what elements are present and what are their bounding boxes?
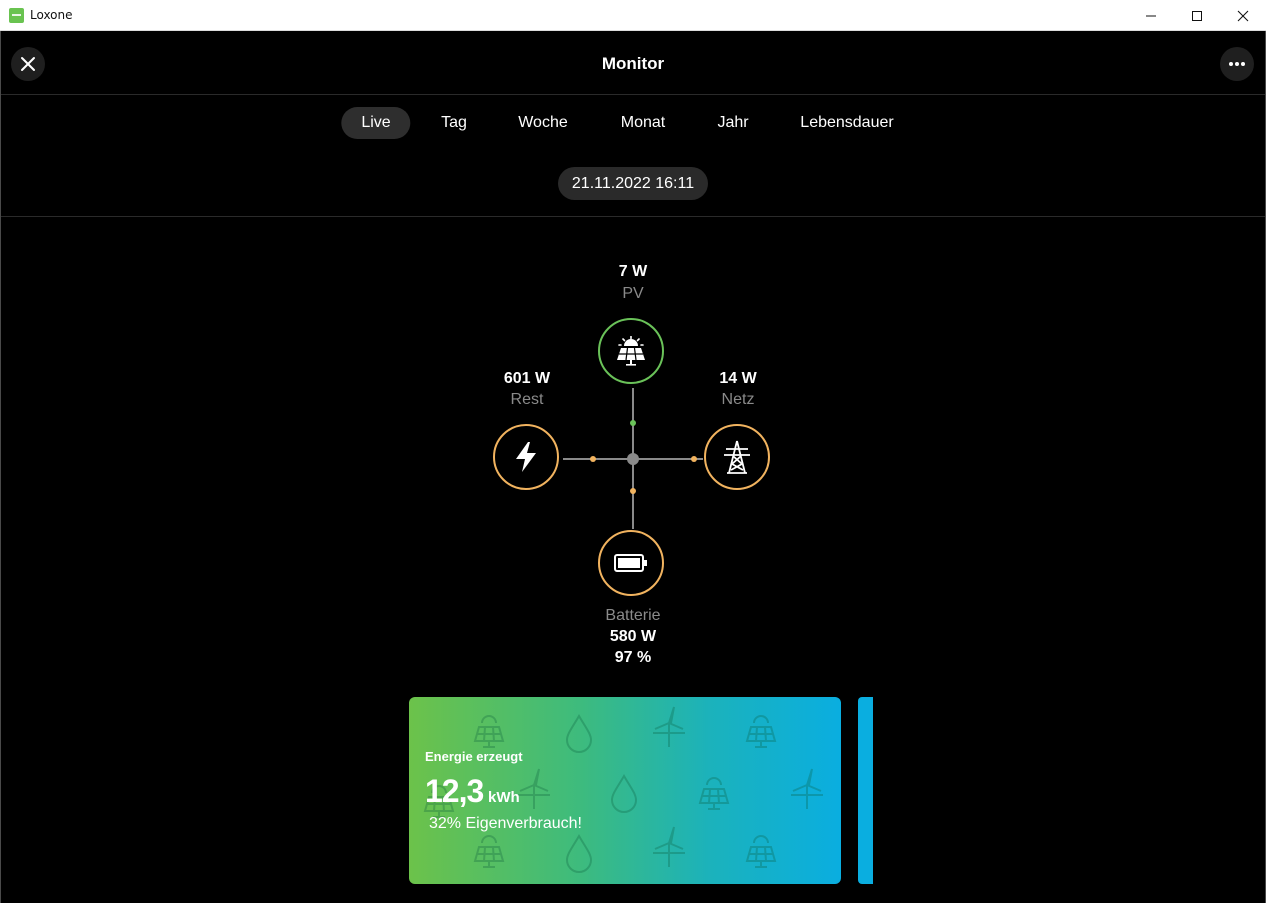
next-card-peek[interactable] [858,697,873,884]
energy-produced-card[interactable]: Energie erzeugt 12,3 kWh 32% Eigenverbra… [409,697,841,884]
solar-panel-icon [617,336,645,366]
rest-label: Rest [510,391,544,408]
netz-label: Netz [721,391,755,408]
batterie-percent: 97 % [614,649,652,666]
card-title: Energie erzeugt [425,749,523,764]
card-energy-value: 12,3 [425,773,484,809]
battery-icon [614,554,647,572]
flow-dot-pv [630,420,636,426]
rest-node[interactable] [493,424,559,490]
rest-value: 601 W [503,370,551,387]
batterie-node[interactable] [598,530,664,596]
flow-dot-netz [691,456,697,462]
pv-label: PV [622,285,644,302]
netz-node[interactable] [704,424,770,490]
flow-junction [627,453,639,465]
pv-value: 7 W [618,263,648,280]
flow-dot-batterie [630,488,636,494]
flow-dot-rest [590,456,596,462]
batterie-label: Batterie [605,607,661,624]
power-pylon-icon [724,440,750,474]
lightning-icon [516,442,536,472]
card-subtitle: 32% Eigenverbrauch! [429,815,582,832]
pv-node[interactable] [598,318,664,384]
batterie-value: 580 W [609,628,657,645]
netz-value: 14 W [719,370,757,387]
card-energy-unit: kWh [488,789,520,806]
